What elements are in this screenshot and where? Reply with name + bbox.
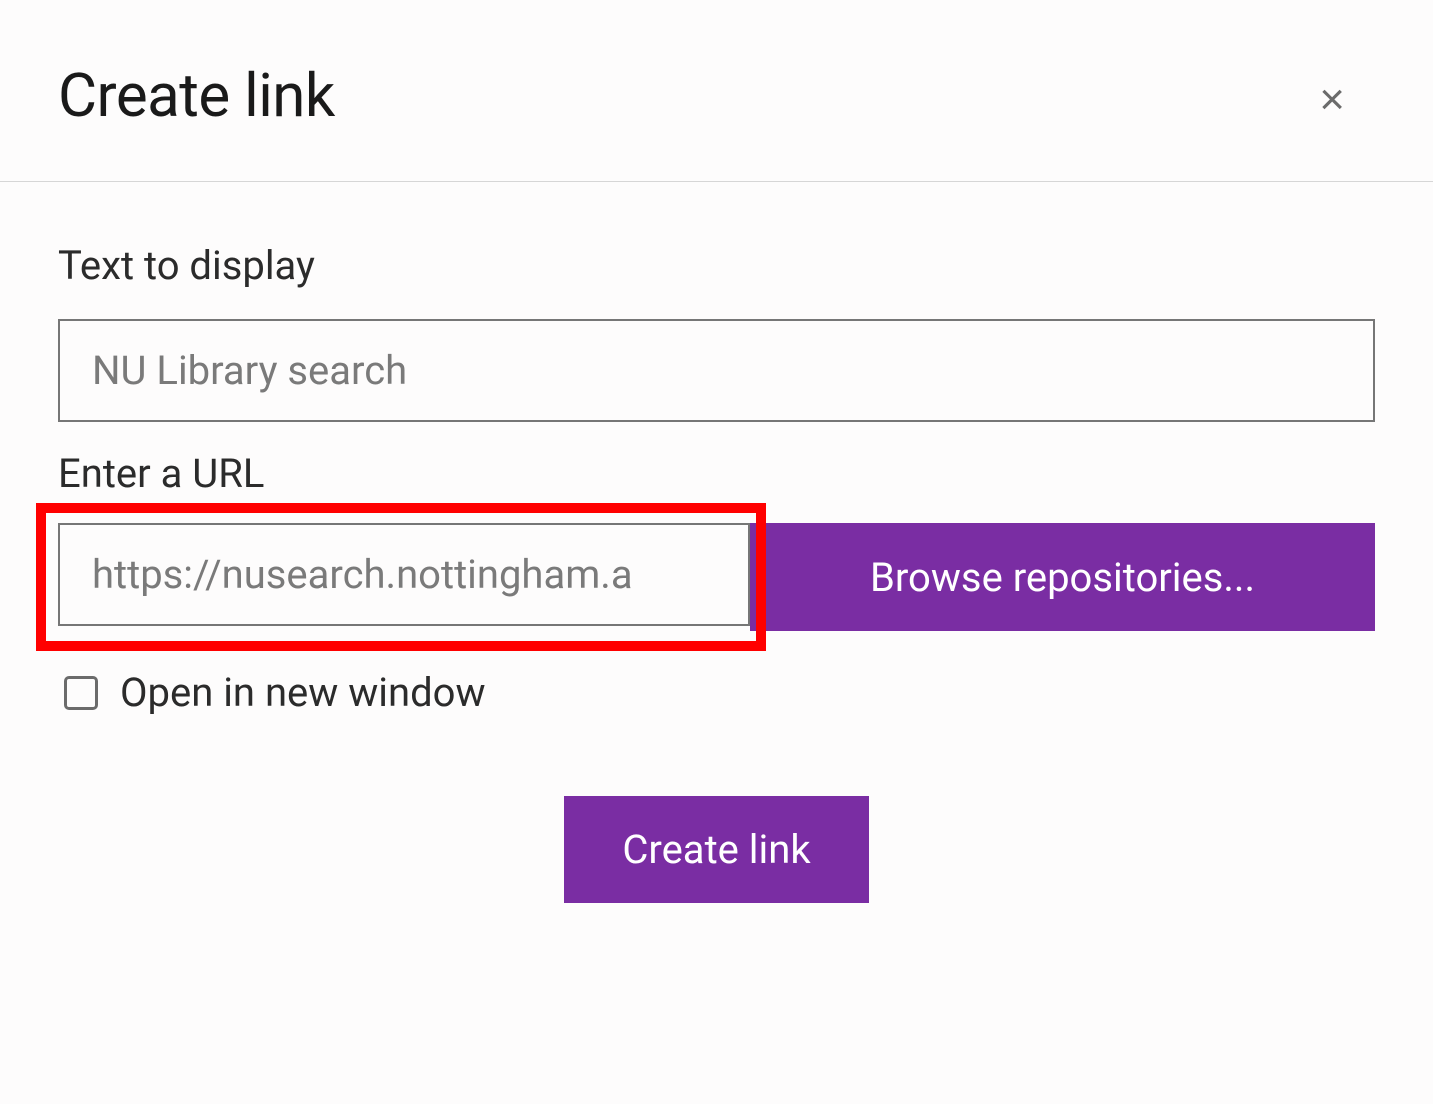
open-new-window-checkbox[interactable] (64, 676, 98, 710)
dialog-body: Text to display Enter a URL Browse repos… (0, 182, 1433, 943)
dialog-header: Create link × (0, 0, 1433, 182)
browse-repositories-button[interactable]: Browse repositories... (750, 523, 1375, 631)
open-new-window-label[interactable]: Open in new window (120, 669, 486, 716)
url-input[interactable] (58, 523, 750, 626)
close-icon: × (1319, 75, 1345, 124)
create-link-dialog: Create link × Text to display Enter a UR… (0, 0, 1433, 943)
close-button[interactable]: × (1307, 70, 1357, 130)
text-to-display-label: Text to display (58, 242, 1375, 289)
url-row: Browse repositories... (58, 523, 1375, 631)
text-to-display-input[interactable] (58, 319, 1375, 422)
url-input-wrapper (58, 523, 750, 631)
create-link-button[interactable]: Create link (564, 796, 868, 903)
url-label: Enter a URL (58, 450, 1375, 497)
dialog-footer: Create link (58, 796, 1375, 903)
open-new-window-row: Open in new window (58, 669, 1375, 716)
dialog-title: Create link (58, 60, 335, 131)
